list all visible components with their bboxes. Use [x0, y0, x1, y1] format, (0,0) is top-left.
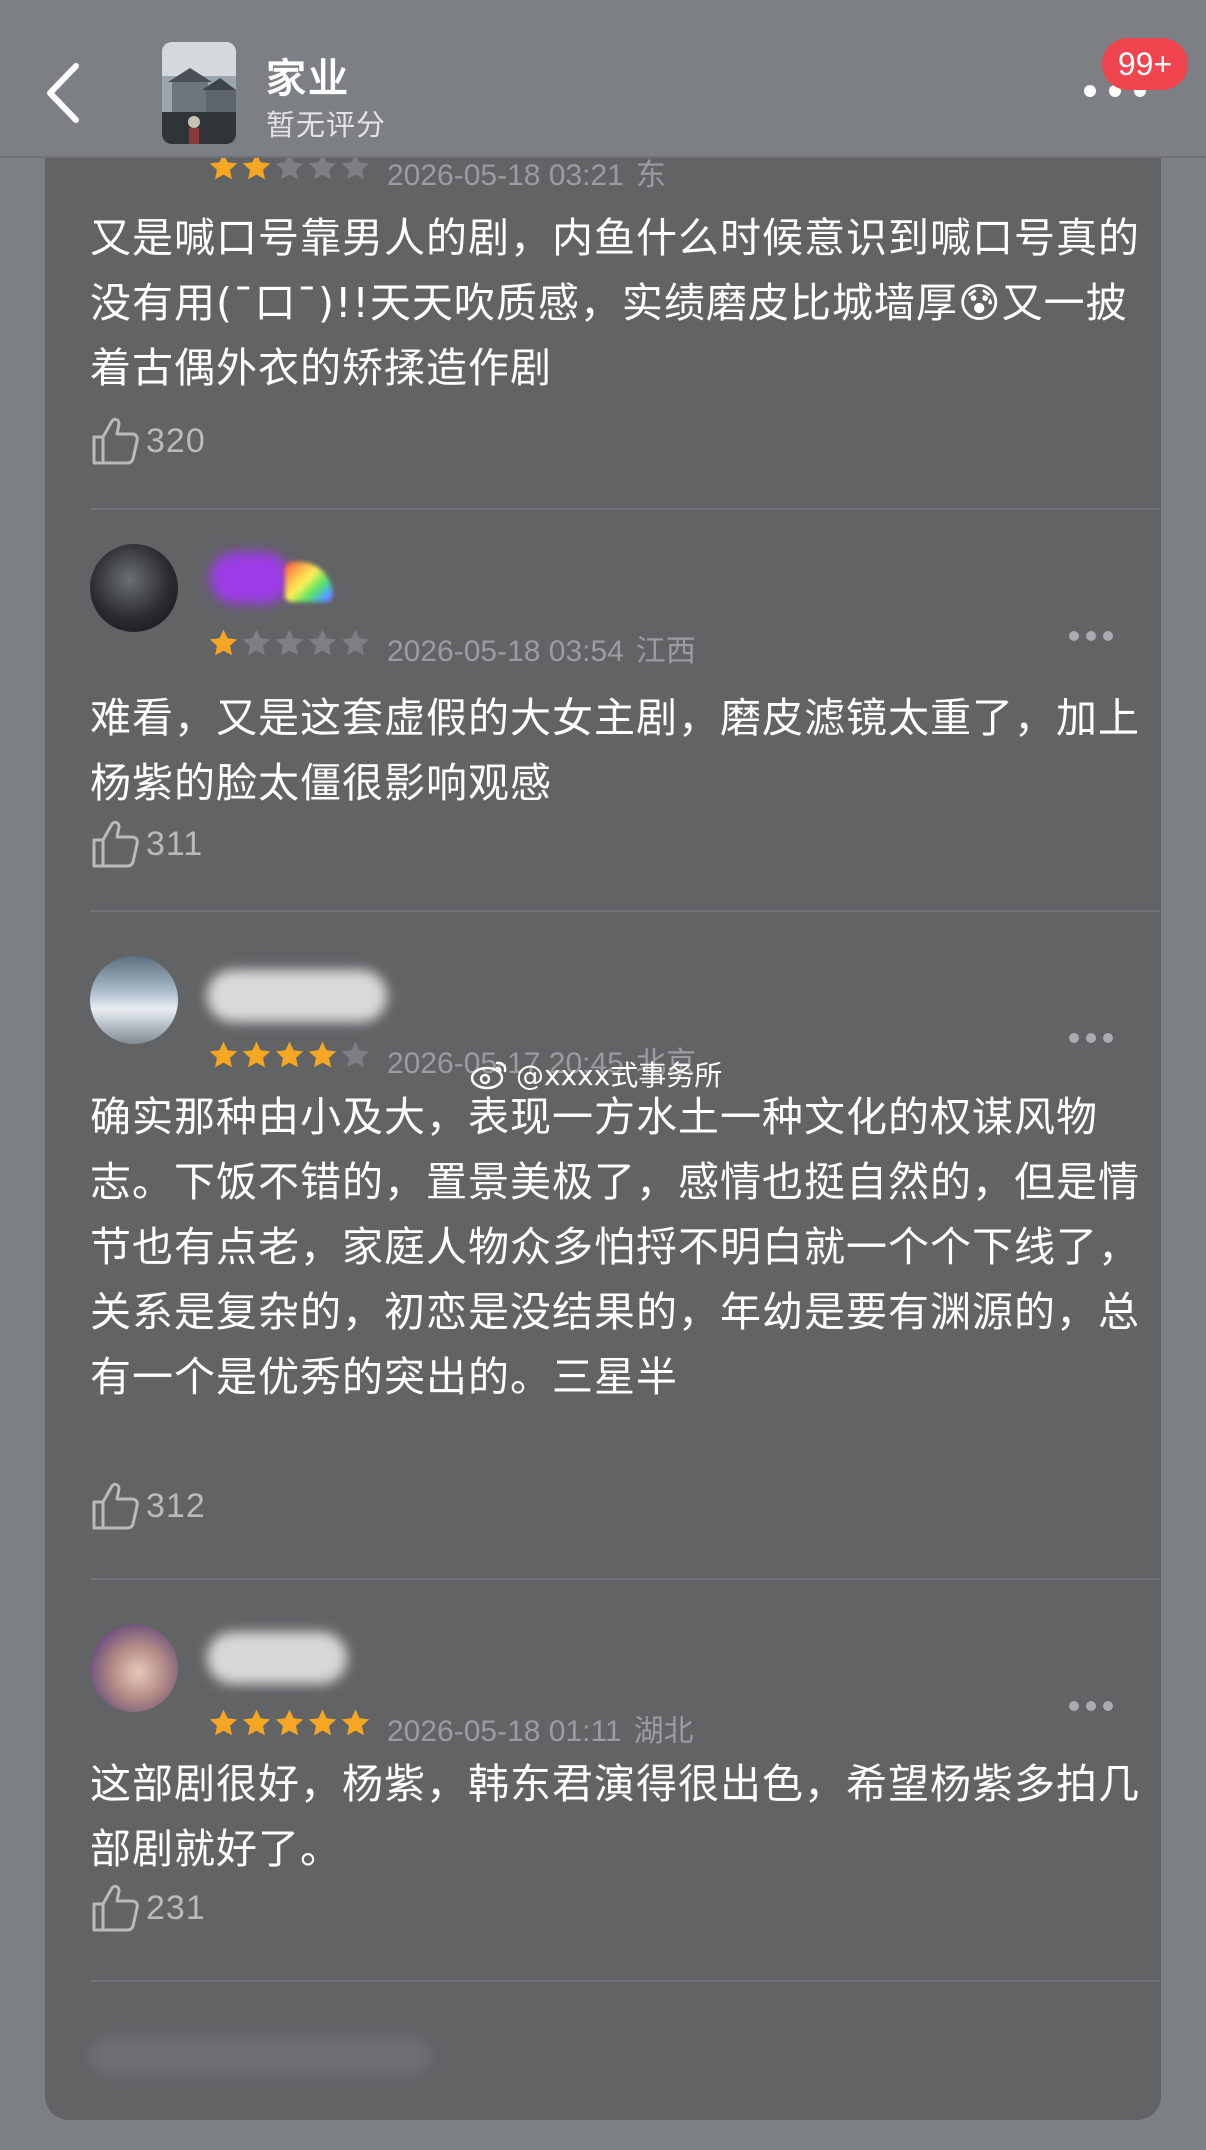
star-empty-icon	[341, 1041, 370, 1068]
star-empty-icon	[275, 629, 304, 656]
thumbs-up-icon	[92, 417, 139, 465]
review-item: 2026-05-18 03:54 江西 难看，又是这套虚假的大女主剧，磨皮滤镜太重…	[45, 510, 1161, 910]
like-button[interactable]: 320	[90, 413, 206, 469]
avatar[interactable]	[90, 1624, 178, 1712]
review-more-button[interactable]	[1067, 1698, 1115, 1712]
star-filled-icon	[308, 1709, 337, 1736]
thumbs-up-icon	[92, 820, 139, 868]
review-text: 这部剧很好，杨紫，韩东君演得很出色，希望杨紫多拍几部剧就好了。	[90, 1760, 1140, 1873]
review-item: 2026-05-17 20:45 北京 确实那种由小及大，表现一方水土一种文化的权…	[45, 912, 1161, 1578]
star-filled-icon	[209, 629, 238, 656]
review-date: 2026-05-18 03:21	[387, 159, 624, 192]
like-button[interactable]: 231	[90, 1880, 206, 1936]
top-navigation-bar: 家业 暂无评分 99+	[0, 0, 1206, 158]
weibo-icon	[470, 1061, 507, 1090]
review-date: 2026-05-18 03:54	[387, 635, 624, 668]
star-filled-icon	[341, 1709, 370, 1736]
star-filled-icon	[209, 1709, 238, 1736]
star-filled-icon	[242, 1041, 271, 1068]
notification-badge: 99+	[1102, 38, 1188, 90]
blurred-username	[207, 1632, 347, 1684]
chevron-left-icon	[47, 63, 79, 123]
rating-status: 暂无评分	[266, 108, 387, 142]
review-more-button[interactable]	[1067, 1030, 1115, 1044]
star-rating	[208, 1708, 371, 1742]
star-filled-icon	[209, 1041, 238, 1068]
review-meta: 2026-05-18 03:54 江西	[387, 626, 696, 670]
review-item: 2026-05-18 01:11 湖北 这部剧很好，杨紫，韩东君演得很出色，希望杨…	[45, 1580, 1161, 1980]
like-count: 320	[146, 421, 206, 460]
review-text: 确实那种由小及大，表现一方水土一种文化的权谋风物志。下饭不错的，置景美极了，感情…	[90, 1093, 1140, 1401]
divider	[90, 1980, 1160, 1982]
review-meta: 2026-05-18 01:11 湖北	[387, 1706, 694, 1750]
like-button[interactable]: 311	[90, 816, 203, 872]
star-empty-icon	[308, 629, 337, 656]
star-filled-icon	[308, 1041, 337, 1068]
watermark-text: @xxxx式事务所	[516, 1059, 723, 1092]
thumbs-up-icon	[92, 1884, 139, 1932]
blurred-username	[207, 970, 387, 1022]
like-count: 231	[146, 1888, 206, 1927]
review-item: 2026-05-18 03:21 东 又是喊口号靠男人的剧，内鱼什么时候意识到喊口…	[45, 110, 1161, 508]
back-button[interactable]	[40, 58, 90, 128]
like-count: 312	[146, 1486, 206, 1525]
more-horizontal-icon	[1069, 631, 1113, 641]
thumbs-up-icon	[92, 1482, 139, 1530]
blurred-username	[210, 552, 290, 604]
avatar[interactable]	[90, 956, 178, 1044]
review-more-button[interactable]	[1067, 628, 1115, 642]
star-rating	[208, 628, 371, 662]
blurred-username-emoji	[285, 562, 333, 602]
star-filled-icon	[242, 1709, 271, 1736]
review-text: 又是喊口号靠男人的剧，内鱼什么时候意识到喊口号真的没有用(ˉ口ˉ)!!天天吹质感…	[90, 214, 1140, 392]
star-empty-icon	[341, 629, 370, 656]
more-horizontal-icon	[1069, 1033, 1113, 1043]
review-text: 难看，又是这套虚假的大女主剧，磨皮滤镜太重了，加上杨紫的脸太僵很影响观感	[90, 694, 1140, 807]
review-location: 江西	[635, 635, 696, 668]
star-filled-icon	[275, 1709, 304, 1736]
like-button[interactable]: 312	[90, 1478, 206, 1534]
show-poster-thumbnail[interactable]	[162, 42, 236, 144]
review-date: 2026-05-18 01:11	[387, 1715, 622, 1748]
star-filled-icon	[275, 1041, 304, 1068]
reviews-panel: 2026-05-18 03:21 东 又是喊口号靠男人的剧，内鱼什么时候意识到喊口…	[45, 110, 1161, 2120]
more-horizontal-icon	[1069, 1701, 1113, 1711]
review-location: 湖北	[633, 1715, 694, 1748]
avatar[interactable]	[90, 544, 178, 632]
like-count: 311	[146, 824, 204, 863]
show-title: 家业	[266, 56, 350, 102]
blurred-next-review	[90, 2038, 430, 2074]
review-location: 东	[635, 159, 666, 192]
star-rating	[208, 1040, 371, 1074]
star-empty-icon	[242, 629, 271, 656]
watermark: @xxxx式事务所	[470, 1054, 722, 1094]
